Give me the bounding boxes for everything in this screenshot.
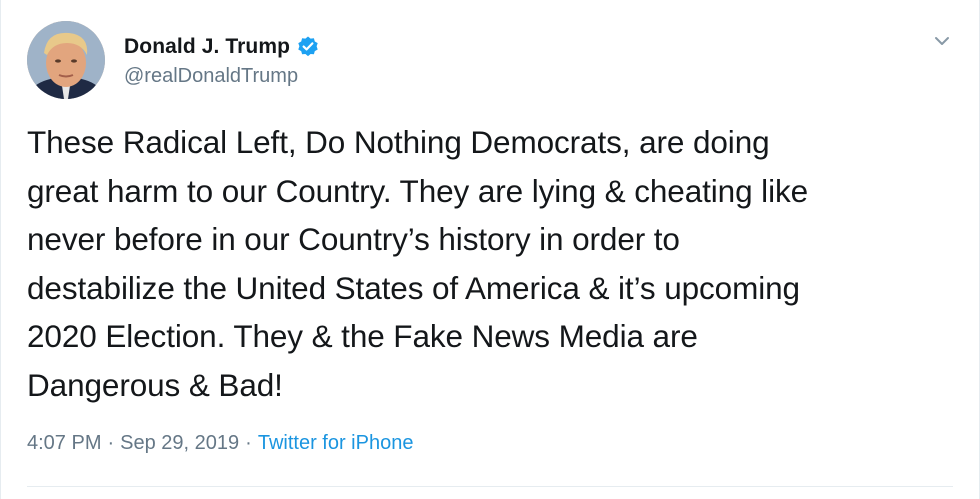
verified-badge-icon xyxy=(296,35,320,59)
divider xyxy=(27,486,953,487)
display-name-row: Donald J. Trump xyxy=(124,32,320,62)
avatar-image xyxy=(27,21,105,99)
tweet-time[interactable]: 4:07 PM xyxy=(27,432,101,455)
tweet-text: These Radical Left, Do Nothing Democrats… xyxy=(27,124,809,403)
avatar[interactable] xyxy=(27,21,105,99)
handle[interactable]: @realDonaldTrump xyxy=(124,65,320,88)
tweet-header: Donald J. Trump @realDonaldTrump xyxy=(27,20,320,100)
tweet-meta: 4:07 PM · Sep 29, 2019 · Twitter for iPh… xyxy=(27,432,413,455)
tweet-date[interactable]: Sep 29, 2019 xyxy=(120,432,239,455)
meta-separator: · xyxy=(107,432,115,454)
tweet-card: Donald J. Trump @realDonaldTrump These R… xyxy=(0,0,980,499)
chevron-down-icon[interactable] xyxy=(931,30,953,52)
tweet-source-link[interactable]: Twitter for iPhone xyxy=(258,432,414,455)
display-name[interactable]: Donald J. Trump xyxy=(124,35,290,59)
author-names: Donald J. Trump @realDonaldTrump xyxy=(124,32,320,88)
meta-separator: · xyxy=(245,432,252,454)
